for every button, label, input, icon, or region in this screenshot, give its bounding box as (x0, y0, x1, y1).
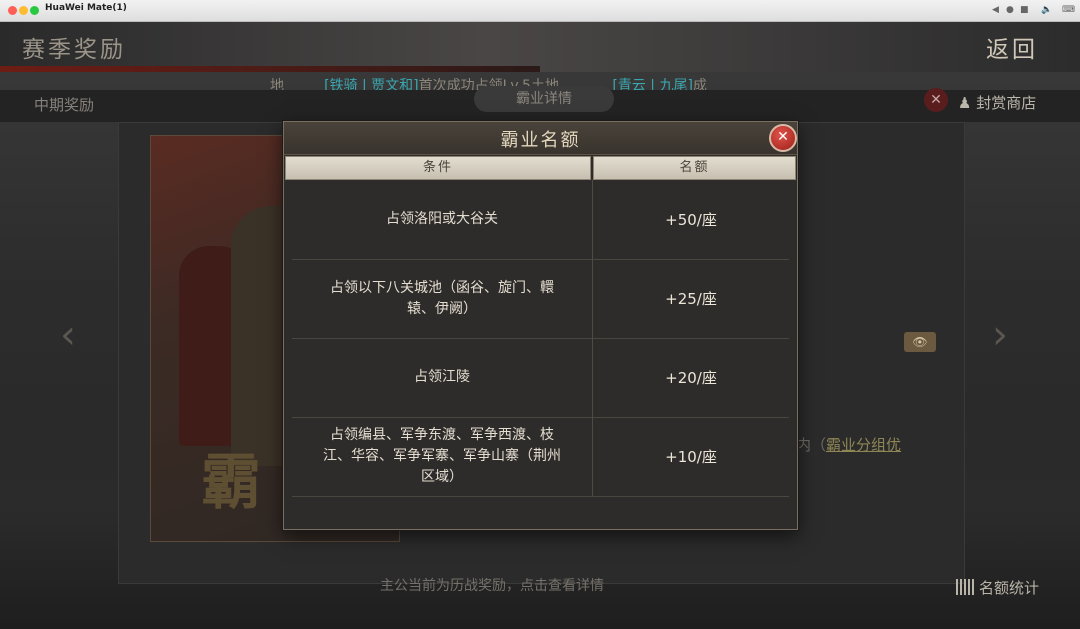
quota-stats-label: 名额统计 (979, 579, 1040, 597)
quota-cell: +10/座 (665, 448, 717, 466)
condition-cell: 占领江陵 (414, 369, 470, 385)
group-info-link[interactable]: 霸业分组优 (826, 436, 901, 454)
window-title: HuaWei Mate(1) (45, 3, 127, 13)
condition-cell: 占领编县、军争东渡、军争西渡、枝江、华容、军争军寨、军争山寨（荆州区域） (323, 427, 561, 485)
tab-mid-reward[interactable]: 中期奖励 (34, 94, 94, 115)
home-circle-icon[interactable]: ● (1006, 5, 1014, 16)
quota-cell: +20/座 (665, 369, 717, 387)
quota-cell: +25/座 (665, 290, 717, 308)
chevron-left-icon[interactable]: ‹ (60, 312, 76, 358)
quota-table: 占领洛阳或大谷关 +50/座 占领以下八关城池（函谷、旋门、轘辕、伊阙） +25… (292, 180, 789, 497)
table-row: 占领洛阳或大谷关 +50/座 (292, 180, 789, 260)
table-row: 占领江陵 +20/座 (292, 338, 789, 418)
table-row: 占领以下八关城池（函谷、旋门、轘辕、伊阙） +25/座 (292, 259, 789, 339)
tab-hegemony-details[interactable]: 霸业详情 (474, 86, 614, 112)
artwork-glyph: 霸 (201, 448, 261, 518)
reward-shop-label: 封赏商店 (976, 94, 1037, 112)
top-bar (0, 22, 1080, 72)
column-header-condition: 条件 (285, 156, 591, 180)
group-info-text: 内（霸业分组优 (796, 434, 901, 455)
top-bar-accent (0, 66, 540, 72)
condition-cell: 占领洛阳或大谷关 (386, 211, 498, 227)
column-header-quota: 名额 (593, 156, 796, 180)
quota-stats-button[interactable]: 名额统计 (956, 577, 1039, 598)
page-title: 赛季奖励 (22, 37, 126, 63)
back-triangle-icon[interactable]: ◀ (992, 5, 999, 16)
condition-cell: 占领以下八关城池（函谷、旋门、轘辕、伊阙） (330, 279, 554, 317)
eye-icon[interactable]: 👁 (904, 332, 936, 352)
back-button[interactable]: 返回 (986, 30, 1038, 64)
close-icon[interactable]: ✕ (924, 88, 948, 112)
modal-title: 霸业名额 (500, 130, 581, 151)
mute-icon[interactable]: 🔈 (1041, 5, 1052, 16)
reward-shop-button[interactable]: ♟ 封赏商店 (958, 92, 1036, 113)
recents-square-icon[interactable]: ■ (1020, 5, 1029, 16)
chevron-right-icon[interactable]: › (992, 312, 1008, 358)
group-info-prefix: 内（ (796, 436, 827, 454)
window-titlebar: HuaWei Mate(1) ◀ ● ■ 🔈 ⌨ (0, 0, 1080, 22)
table-row: 占领编县、军争东渡、军争西渡、枝江、华容、军争军寨、军争山寨（荆州区域） +10… (292, 417, 789, 497)
maximize-window-dot[interactable] (30, 6, 39, 15)
minimize-window-dot[interactable] (19, 6, 28, 15)
hegemony-quota-modal: 霸业名额 ✕ 条件 名额 占领洛阳或大谷关 +50/座 占领以下八关城池（函谷、… (283, 121, 798, 530)
keyboard-icon[interactable]: ⌨ (1062, 5, 1075, 16)
bottom-tip[interactable]: 主公当前为历战奖励，点击查看详情 (380, 575, 604, 595)
column-divider (592, 180, 593, 496)
quota-cell: +50/座 (665, 211, 717, 229)
close-icon[interactable]: ✕ (769, 124, 797, 152)
close-window-dot[interactable] (8, 6, 17, 15)
bars-icon (956, 579, 976, 595)
